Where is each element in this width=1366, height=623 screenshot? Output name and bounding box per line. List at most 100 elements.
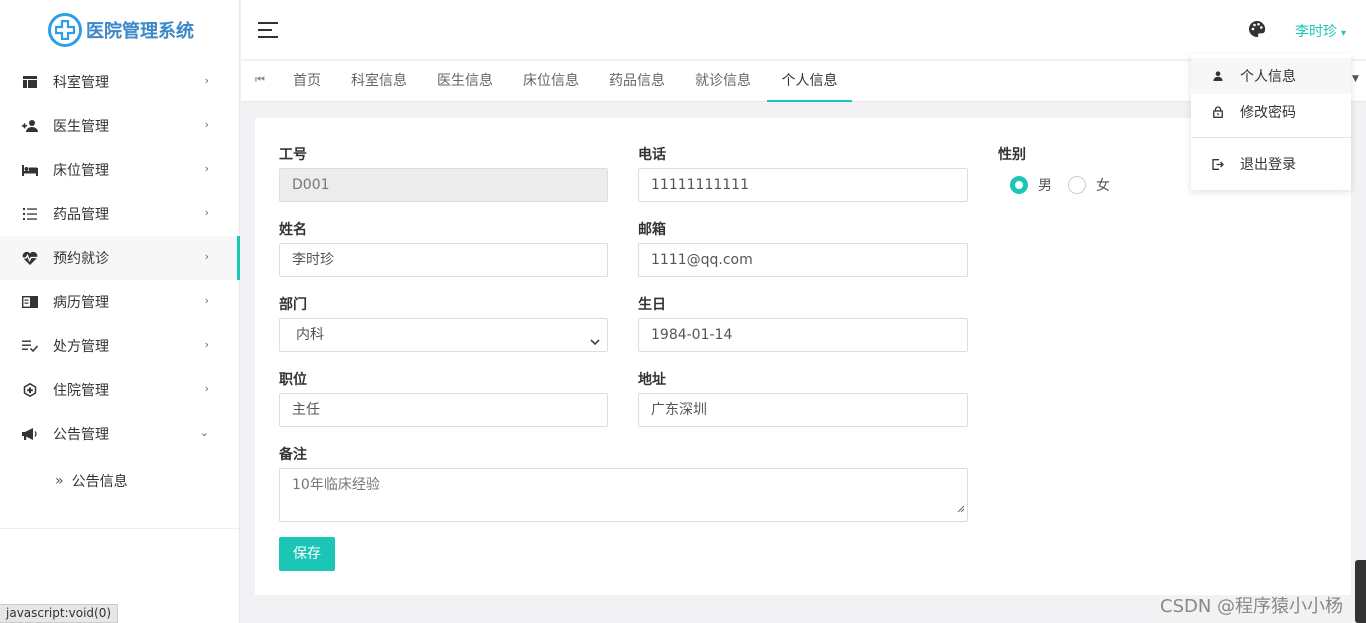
dropdown-item-label: 修改密码 xyxy=(1240,105,1296,121)
medical-cross-icon xyxy=(48,13,82,47)
dept-selected-value: 内科 xyxy=(296,327,324,343)
user-menu[interactable]: 李时珍 ▾ xyxy=(1295,21,1346,41)
radio-label: 男 xyxy=(1038,178,1052,194)
sidebar-item-label: 科室管理 xyxy=(53,75,109,91)
chevron-right-icon: › xyxy=(204,338,209,351)
dropdown-divider xyxy=(1191,137,1351,138)
tab-doctor-info[interactable]: 医生信息 xyxy=(437,61,493,102)
radio-checked-icon xyxy=(1010,176,1028,194)
heartbeat-icon xyxy=(22,250,38,266)
sidebar-divider xyxy=(0,528,240,529)
birthday-input[interactable]: 1984-01-14 xyxy=(638,318,968,352)
sidebar-item-label: 药品管理 xyxy=(53,207,109,223)
dropdown-item-change-password[interactable]: 修改密码 xyxy=(1191,94,1351,130)
dropdown-item-logout[interactable]: 退出登录 xyxy=(1191,146,1351,182)
chevron-right-icon: › xyxy=(204,294,209,307)
tab-visit-info[interactable]: 就诊信息 xyxy=(695,61,751,102)
palette-icon[interactable] xyxy=(1248,20,1266,42)
label-remark: 备注 xyxy=(279,447,307,463)
radio-unchecked-icon xyxy=(1068,176,1086,194)
person-icon xyxy=(1211,71,1225,81)
radio-label: 女 xyxy=(1096,178,1110,194)
chevron-right-icon: › xyxy=(204,250,209,263)
label-dept: 部门 xyxy=(279,297,307,313)
remark-textarea[interactable]: 10年临床经验 xyxy=(279,468,968,522)
sidebar-item-medicine[interactable]: 药品管理 › xyxy=(0,192,239,236)
sidebar-item-records[interactable]: 病历管理 › xyxy=(0,280,239,324)
logo[interactable]: 医院管理系统 xyxy=(0,0,239,60)
sidebar-item-label: 公告管理 xyxy=(53,427,109,443)
sidebar-item-label: 住院管理 xyxy=(53,383,109,399)
name-input[interactable]: 李时珍 xyxy=(279,243,608,277)
sidebar-menu: 科室管理 › 医生管理 › 床位管理 › 药品管理 › 预约就诊 › 病历管理 … xyxy=(0,60,240,506)
tab-more-icon[interactable]: ▼ xyxy=(1352,74,1359,84)
tab-medicine-info[interactable]: 药品信息 xyxy=(609,61,665,102)
save-button[interactable]: 保存 xyxy=(279,537,335,571)
title-input[interactable]: 主任 xyxy=(279,393,608,427)
add-user-icon xyxy=(22,118,38,134)
browser-status-bar: javascript:void(0) xyxy=(0,604,119,623)
chevron-right-icon: › xyxy=(204,74,209,87)
sidebar-item-department[interactable]: 科室管理 › xyxy=(0,60,239,104)
label-phone: 电话 xyxy=(638,147,666,163)
sidebar-item-label: 医生管理 xyxy=(53,119,109,135)
chevron-right-icon: › xyxy=(204,206,209,219)
logout-icon xyxy=(1211,158,1225,170)
sidebar-item-beds[interactable]: 床位管理 › xyxy=(0,148,239,192)
record-icon xyxy=(22,294,38,310)
sidebar-item-appointments[interactable]: 预约就诊 › xyxy=(0,236,240,280)
tab-home[interactable]: 首页 xyxy=(293,61,321,102)
lock-icon xyxy=(1211,106,1225,118)
address-input[interactable]: 广东深圳 xyxy=(638,393,968,427)
sidebar-item-prescriptions[interactable]: 处方管理 › xyxy=(0,324,239,368)
sidebar-item-label: 病历管理 xyxy=(53,295,109,311)
email-input[interactable]: 1111@qq.com xyxy=(638,243,968,277)
hospital-shield-icon xyxy=(22,382,38,398)
gender-radio-female[interactable]: 女 xyxy=(1068,175,1110,195)
caret-down-icon: ▾ xyxy=(1341,28,1347,39)
phone-input[interactable]: 11111111111 xyxy=(638,168,968,202)
tab-department-info[interactable]: 科室信息 xyxy=(351,61,407,102)
sidebar-item-doctors[interactable]: 医生管理 › xyxy=(0,104,239,148)
label-title: 职位 xyxy=(279,372,307,388)
personal-info-card: 工号 D001 电话 11111111111 性别 男 女 姓名 李时珍 邮箱 … xyxy=(255,118,1351,595)
chevron-right-icon: › xyxy=(204,382,209,395)
side-widget[interactable] xyxy=(1355,560,1366,623)
sidebar-item-label: 处方管理 xyxy=(53,339,109,355)
remark-text: 10年临床经验 xyxy=(292,477,380,493)
megaphone-icon xyxy=(22,426,38,442)
user-name: 李时珍 xyxy=(1295,24,1337,40)
gender-radio-male[interactable]: 男 xyxy=(1010,175,1052,195)
label-gender: 性别 xyxy=(998,147,1026,163)
sidebar-item-label: 床位管理 xyxy=(53,163,109,179)
chevron-down-icon: ⌄ xyxy=(199,426,209,439)
sidebar-subitem-notice-info[interactable]: » 公告信息 xyxy=(0,456,239,506)
menu-toggle-icon[interactable] xyxy=(258,22,278,38)
chevron-down-icon xyxy=(589,328,601,360)
label-email: 邮箱 xyxy=(638,222,666,238)
sidebar-item-label: 预约就诊 xyxy=(53,251,109,267)
label-birthday: 生日 xyxy=(638,297,666,313)
tab-bed-info[interactable]: 床位信息 xyxy=(523,61,579,102)
id-input: D001 xyxy=(279,168,608,202)
sidebar-item-notices[interactable]: 公告管理 ⌄ xyxy=(0,412,239,456)
sidebar-subitem-label: 公告信息 xyxy=(71,474,128,490)
sidebar: 医院管理系统 科室管理 › 医生管理 › 床位管理 › 药品管理 › 预约就诊 … xyxy=(0,0,240,623)
checklist-icon xyxy=(22,338,38,354)
tab-scroll-left-icon[interactable]: ⏮ xyxy=(255,73,265,87)
dropdown-item-label: 退出登录 xyxy=(1240,157,1296,173)
chevron-right-icon: › xyxy=(204,162,209,175)
layout-icon xyxy=(22,74,38,90)
bed-icon xyxy=(22,162,38,178)
user-dropdown: 个人信息 修改密码 退出登录 xyxy=(1191,54,1351,190)
dropdown-item-profile[interactable]: 个人信息 xyxy=(1191,58,1351,94)
top-header: 李时珍 ▾ xyxy=(241,0,1366,60)
sidebar-item-inpatient[interactable]: 住院管理 › xyxy=(0,368,239,412)
tab-personal-info[interactable]: 个人信息 xyxy=(767,61,852,102)
label-name: 姓名 xyxy=(279,222,307,238)
label-address: 地址 xyxy=(638,372,666,388)
label-id: 工号 xyxy=(279,147,307,163)
dept-select[interactable]: 内科 xyxy=(279,318,608,352)
chevron-right-icon: › xyxy=(204,118,209,131)
resize-grip-icon[interactable] xyxy=(957,499,965,519)
